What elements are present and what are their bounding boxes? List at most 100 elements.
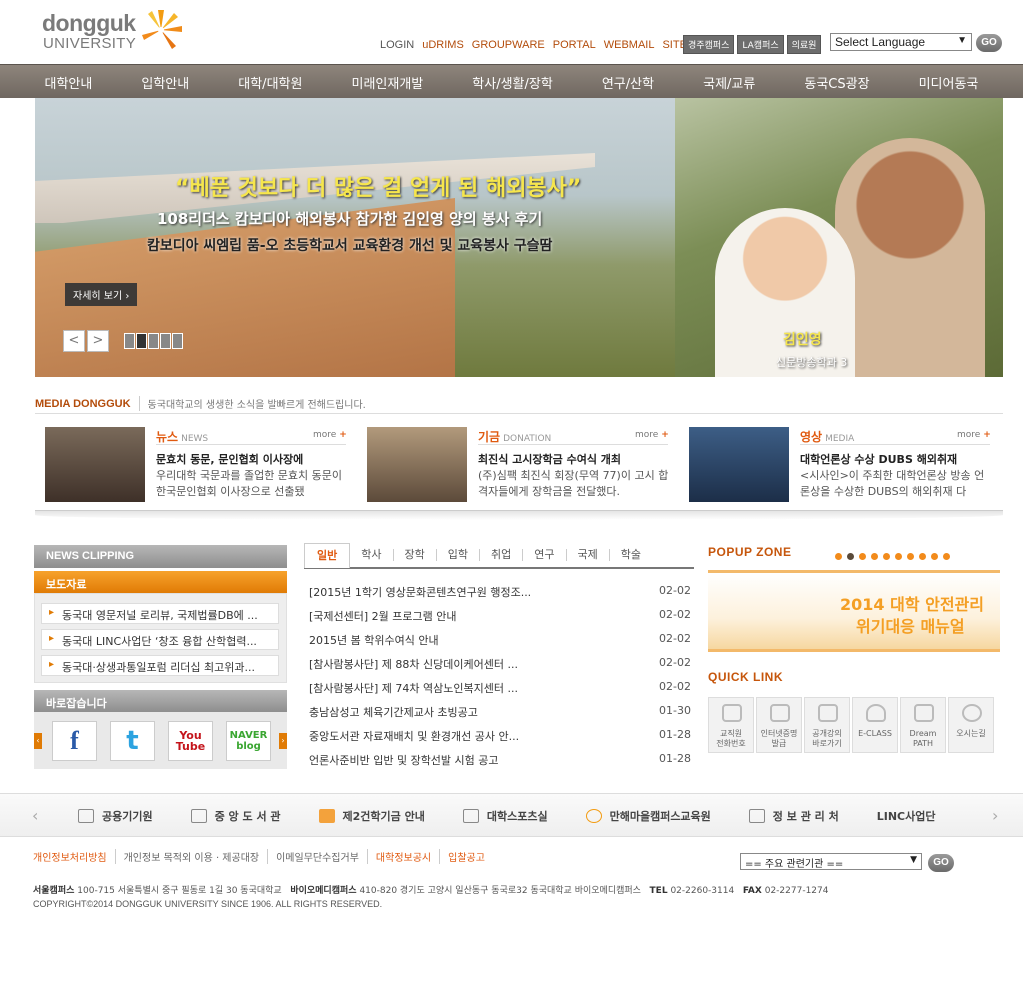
- popup-dot[interactable]: [847, 553, 854, 560]
- tab-academic[interactable]: 학사: [350, 549, 394, 561]
- hero-next-button[interactable]: >: [87, 330, 109, 352]
- popup-dot[interactable]: [859, 553, 866, 560]
- notice-row[interactable]: [2015년 1학기 영상문화콘텐츠연구원 행정조... 02-02: [309, 584, 691, 608]
- popup-dot[interactable]: [835, 553, 842, 560]
- bidding-link[interactable]: 입찰공고: [440, 849, 493, 864]
- media-card-headline[interactable]: 문효치 동문, 문인협회 이사장에: [156, 451, 303, 467]
- quick-link-phone[interactable]: 교직원 전화번호: [708, 697, 754, 753]
- footer-link-equipment[interactable]: 공용기기원: [78, 808, 153, 824]
- tab-general[interactable]: 일반: [304, 542, 351, 568]
- correction-header[interactable]: 바로잡습니다: [34, 690, 287, 712]
- sns-next-button[interactable]: ›: [279, 733, 287, 749]
- nav-item-future-talent[interactable]: 미래인재개발: [351, 73, 423, 92]
- tab-admission[interactable]: 입학: [437, 549, 480, 561]
- more-link[interactable]: more +: [957, 430, 991, 440]
- hero-slide-dot[interactable]: [136, 333, 147, 349]
- footer-link-linc[interactable]: LINC사업단: [877, 808, 936, 824]
- quick-link-directions[interactable]: 오시는길: [948, 697, 994, 753]
- media-card-news[interactable]: 뉴스 NEWS more + 문효치 동문, 문인협회 이사장에 우리대학 국문과…: [45, 427, 355, 503]
- nav-item-international[interactable]: 국제/교류: [703, 73, 755, 92]
- tab-international[interactable]: 국제: [567, 549, 610, 561]
- related-org-select[interactable]: == 주요 관련기관 == ▼: [740, 853, 922, 870]
- privacy-policy-link[interactable]: 개인정보처리방침: [33, 849, 116, 864]
- disclosure-link[interactable]: 대학정보공시: [368, 849, 441, 864]
- notice-row[interactable]: [국제선센터] 2월 프로그램 안내 02-02: [309, 608, 691, 632]
- notice-title[interactable]: 충남삼성고 체육기간제교사 초빙공고: [309, 704, 478, 720]
- hero-slide-dot[interactable]: [172, 333, 183, 349]
- quick-link-open-lecture[interactable]: 공개강의 바로가기: [804, 697, 850, 753]
- popup-banner[interactable]: 2014 대학 안전관리 위기대응 매뉴얼: [708, 570, 1000, 652]
- hero-slide-dot[interactable]: [160, 333, 171, 349]
- la-campus-button[interactable]: LA캠퍼스: [737, 35, 784, 54]
- nav-item-about[interactable]: 대학안내: [45, 73, 93, 92]
- footer-link-manhae[interactable]: 만해마을캠퍼스교육원: [585, 808, 711, 824]
- media-card-video[interactable]: 영상 MEDIA more + 대학언론상 수상 DUBS 해외취재 <시사인>이…: [689, 427, 999, 503]
- press-item[interactable]: 동국대 LINC사업단 ‘창조 융합 산학협력...: [41, 629, 279, 650]
- tab-scholarship[interactable]: 장학: [394, 549, 437, 561]
- footer-link-library[interactable]: 중 앙 도 서 관: [190, 808, 281, 824]
- notice-title[interactable]: 중앙도서관 자료재배치 및 환경개선 공사 안...: [309, 728, 519, 744]
- popup-dot[interactable]: [919, 553, 926, 560]
- gyeongju-campus-button[interactable]: 경주캠퍼스: [683, 35, 735, 54]
- nav-item-research[interactable]: 연구/산학: [602, 73, 654, 92]
- press-item[interactable]: 동국대·상생과통일포럼 리더십 최고위과...: [41, 655, 279, 676]
- email-refusal-link[interactable]: 이메일무단수집거부: [268, 849, 368, 864]
- footer-link-fund[interactable]: 제2건학기금 안내: [318, 808, 425, 824]
- notice-row[interactable]: 충남삼성고 체육기간제교사 초빙공고 01-30: [309, 704, 691, 728]
- notice-title[interactable]: [국제선센터] 2월 프로그램 안내: [309, 608, 457, 624]
- nav-item-colleges[interactable]: 대학/대학원: [238, 73, 302, 92]
- tab-employment[interactable]: 취업: [480, 549, 524, 561]
- popup-dot[interactable]: [931, 553, 938, 560]
- more-link[interactable]: more +: [635, 430, 669, 440]
- popup-dot[interactable]: [895, 553, 902, 560]
- language-select[interactable]: Select Language ▼: [830, 33, 972, 51]
- hero-more-button[interactable]: 자세히 보기 ›: [65, 283, 138, 306]
- quick-link-dream-path[interactable]: Dream PATH: [900, 697, 946, 753]
- dongguk-logo[interactable]: dongguk UNIVERSITY: [42, 8, 192, 54]
- notice-row[interactable]: 중앙도서관 자료재배치 및 환경개선 공사 안... 01-28: [309, 728, 691, 752]
- notice-row[interactable]: 언론사준비반 입반 및 장학선발 시험 공고 01-28: [309, 752, 691, 776]
- portal-link[interactable]: PORTAL: [553, 39, 596, 51]
- notice-title[interactable]: [참사람봉사단] 제 88차 신당데이케어센터 ...: [309, 656, 518, 672]
- login-link[interactable]: LOGIN: [380, 39, 414, 51]
- footer-link-sports[interactable]: 대학스포츠실: [462, 808, 548, 824]
- notice-row[interactable]: [참사람봉사단] 제 88차 신당데이케어센터 ... 02-02: [309, 656, 691, 680]
- notice-title[interactable]: [2015년 1학기 영상문화콘텐츠연구원 행정조...: [309, 584, 531, 600]
- language-go-button[interactable]: GO: [976, 34, 1002, 52]
- tab-scholarly[interactable]: 학술: [610, 549, 652, 561]
- chevron-right-icon[interactable]: ›: [992, 806, 998, 825]
- webmail-link[interactable]: WEBMAIL: [604, 39, 655, 51]
- notice-title[interactable]: 2015년 봄 학위수여식 안내: [309, 632, 439, 648]
- hero-slide-dot[interactable]: [124, 333, 135, 349]
- media-card-headline[interactable]: 최진식 고시장학금 수여식 개최: [478, 451, 621, 467]
- popup-dot[interactable]: [943, 553, 950, 560]
- media-card-headline[interactable]: 대학언론상 수상 DUBS 해외취재: [800, 451, 957, 467]
- popup-dot[interactable]: [907, 553, 914, 560]
- twitter-icon[interactable]: t: [110, 721, 155, 761]
- facebook-icon[interactable]: f: [52, 721, 97, 761]
- press-item[interactable]: 동국대 영문저널 로리뷰, 국제법률DB에 ...: [41, 603, 279, 624]
- privacy-ledger-link[interactable]: 개인정보 목적외 이용 · 제공대장: [116, 849, 269, 864]
- related-org-go-button[interactable]: GO: [928, 854, 954, 872]
- more-link[interactable]: more +: [313, 430, 347, 440]
- popup-dot[interactable]: [871, 553, 878, 560]
- media-card-donation[interactable]: 기금 DONATION more + 최진식 고시장학금 수여식 개최 (주)심팩…: [367, 427, 677, 503]
- udrims-link[interactable]: uDRIMS: [422, 39, 464, 51]
- tab-research[interactable]: 연구: [523, 549, 567, 561]
- medical-center-button[interactable]: 의료원: [786, 35, 822, 54]
- nav-item-admission[interactable]: 입학안내: [141, 73, 189, 92]
- notice-row[interactable]: 2015년 봄 학위수여식 안내 02-02: [309, 632, 691, 656]
- press-release-tab[interactable]: 보도자료: [34, 571, 287, 593]
- naver-blog-icon[interactable]: NAVER blog: [226, 721, 271, 761]
- nav-item-cs-square[interactable]: 동국CS광장: [804, 73, 869, 92]
- chevron-left-icon[interactable]: ‹: [32, 806, 38, 825]
- youtube-icon[interactable]: You Tube: [168, 721, 213, 761]
- nav-item-media[interactable]: 미디어동국: [919, 73, 979, 92]
- footer-link-info-mgmt[interactable]: 정 보 관 리 처: [748, 808, 839, 824]
- sns-prev-button[interactable]: ‹: [34, 733, 42, 749]
- hero-slide-dot[interactable]: [148, 333, 159, 349]
- quick-link-certificate[interactable]: 인터넷증명 발급: [756, 697, 802, 753]
- notice-title[interactable]: 언론사준비반 입반 및 장학선발 시험 공고: [309, 752, 499, 768]
- notice-title[interactable]: [참사람봉사단] 제 74차 역삼노인복지센터 ...: [309, 680, 518, 696]
- hero-prev-button[interactable]: <: [63, 330, 85, 352]
